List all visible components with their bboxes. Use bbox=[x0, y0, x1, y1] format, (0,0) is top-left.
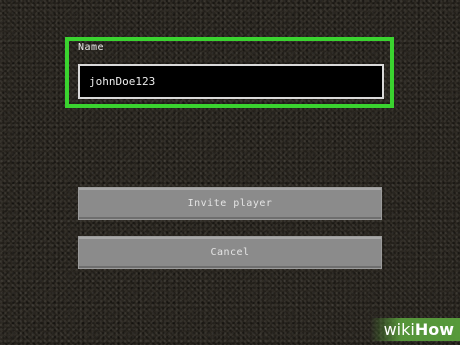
name-input[interactable] bbox=[78, 64, 384, 99]
invite-player-button[interactable]: Invite player bbox=[78, 187, 382, 220]
watermark-wiki: wiki bbox=[383, 320, 415, 339]
watermark-how: How bbox=[414, 320, 454, 339]
wikihow-watermark: wikiHow bbox=[369, 318, 460, 341]
cancel-button[interactable]: Cancel bbox=[78, 236, 382, 269]
name-label: Name bbox=[78, 42, 105, 53]
